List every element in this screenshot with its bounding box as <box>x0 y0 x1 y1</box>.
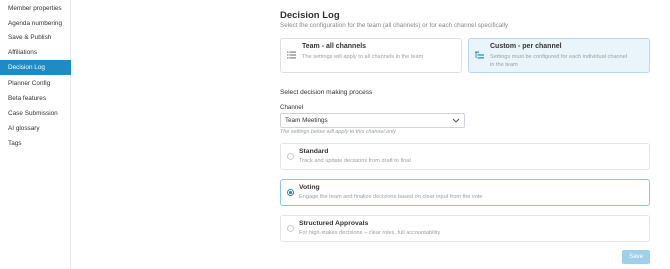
sidebar-item-beta-features[interactable]: Beta features <box>0 91 71 106</box>
process-option-description: For high-stakes decisions – clear roles,… <box>299 230 441 236</box>
process-option-description: Track and update decisions from draft to… <box>299 158 411 164</box>
sidebar-item-case-submission[interactable]: Case Submission <box>0 106 71 121</box>
section-heading: Select decision making process <box>280 89 373 96</box>
scope-option-title: Team - all channels <box>302 43 367 50</box>
sidebar-item-decision-log[interactable]: Decision Log <box>0 60 71 75</box>
process-option-title: Voting <box>299 184 320 191</box>
page-title: Decision Log <box>280 10 340 21</box>
scope-option-description-line: in the team <box>490 61 518 68</box>
channel-select[interactable]: Team Meetings <box>280 113 465 128</box>
process-option-description: Engage the team and finalize decisions b… <box>299 194 483 200</box>
scope-option-description: Settings must be configured for each ind… <box>490 54 627 69</box>
save-button[interactable]: Save <box>622 250 650 264</box>
process-option-title: Standard <box>299 148 329 155</box>
radio-button[interactable] <box>287 153 294 160</box>
channel-label: Channel <box>280 104 304 111</box>
scope-option-custom[interactable]: Custom - per channel Settings must be co… <box>468 38 650 73</box>
settings-sidebar: Member properties Agenda numbering Save … <box>0 0 71 269</box>
channel-list-icon <box>475 51 484 59</box>
scope-option-description-line: Settings must be configured for each ind… <box>490 54 628 60</box>
process-option-structured-approvals[interactable]: Structured Approvals For high-stakes dec… <box>280 215 650 242</box>
sidebar-item-agenda-numbering[interactable]: Agenda numbering <box>0 16 71 31</box>
page-subtitle: Select the configuration for the team (a… <box>280 22 509 29</box>
sidebar-item-affiliations[interactable]: Affiliations <box>0 45 71 60</box>
channel-hint: The settings below will apply to this ch… <box>280 129 396 135</box>
channel-select-value: Team Meetings <box>285 117 328 124</box>
sidebar-item-save-publish[interactable]: Save & Publish <box>0 30 71 45</box>
radio-button[interactable] <box>287 225 294 232</box>
radio-button[interactable] <box>287 189 294 196</box>
sidebar-item-planner-config[interactable]: Planner Config <box>0 76 71 91</box>
list-icon <box>287 51 296 59</box>
scope-option-team[interactable]: Team - all channels The settings will ap… <box>280 38 462 73</box>
sidebar-item-tags[interactable]: Tags <box>0 136 71 151</box>
scope-option-title: Custom - per channel <box>490 43 562 50</box>
process-option-title: Structured Approvals <box>299 220 369 227</box>
process-option-voting[interactable]: Voting Engage the team and finalize deci… <box>280 179 650 206</box>
sidebar-item-member-properties[interactable]: Member properties <box>0 1 71 16</box>
process-option-standard[interactable]: Standard Track and update decisions from… <box>280 143 650 170</box>
scope-option-description: The settings will apply to all channels … <box>302 54 424 60</box>
chevron-down-icon <box>452 118 460 123</box>
sidebar-item-ai-glossary[interactable]: AI glossary <box>0 121 71 136</box>
